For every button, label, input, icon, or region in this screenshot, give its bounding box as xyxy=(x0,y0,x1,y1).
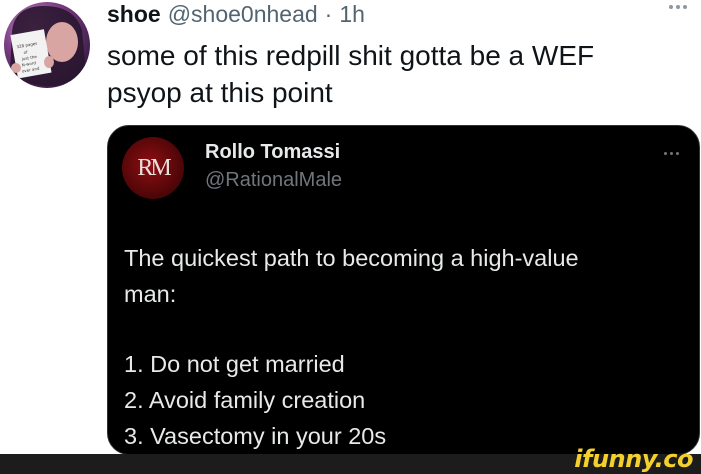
quoted-tweet-text: The quickest path to becoming a high-val… xyxy=(124,240,684,454)
quoted-author-handle[interactable]: @RationalMale xyxy=(205,169,342,192)
quoted-author-avatar[interactable]: RM xyxy=(122,137,184,199)
tweet-header: shoe @shoe0nhead · 1h xyxy=(107,0,365,30)
quote-line: man: xyxy=(124,281,177,307)
quote-line: The quickest path to becoming a high-val… xyxy=(124,245,579,271)
author-avatar[interactable]: 328 pages of just the N-word over and xyxy=(4,2,90,88)
tweet-screenshot: 328 pages of just the N-word over and sh… xyxy=(0,0,701,474)
time-separator: · xyxy=(324,1,333,27)
quote-line-blank xyxy=(124,312,684,346)
rm-logo: RM xyxy=(137,154,171,181)
quoted-author-display-name[interactable]: Rollo Tomassi xyxy=(205,141,340,164)
author-display-name[interactable]: shoe xyxy=(107,0,161,28)
ifunny-watermark: ifunny.co xyxy=(574,445,693,473)
tweet-text: some of this redpill shit gotta be a WEF… xyxy=(107,40,595,108)
author-handle[interactable]: @shoe0nhead xyxy=(168,0,318,28)
quote-line: 1. Do not get married xyxy=(124,351,345,377)
more-horizontal-icon[interactable] xyxy=(664,152,679,155)
avatar-illustration: 328 pages of just the N-word over and xyxy=(10,5,86,87)
quoted-tweet-card[interactable]: RM Rollo Tomassi @RationalMale The quick… xyxy=(107,125,700,455)
more-horizontal-icon[interactable] xyxy=(669,5,687,9)
tweet-timestamp[interactable]: 1h xyxy=(339,0,365,28)
quote-line: 2. Avoid family creation xyxy=(124,387,366,413)
